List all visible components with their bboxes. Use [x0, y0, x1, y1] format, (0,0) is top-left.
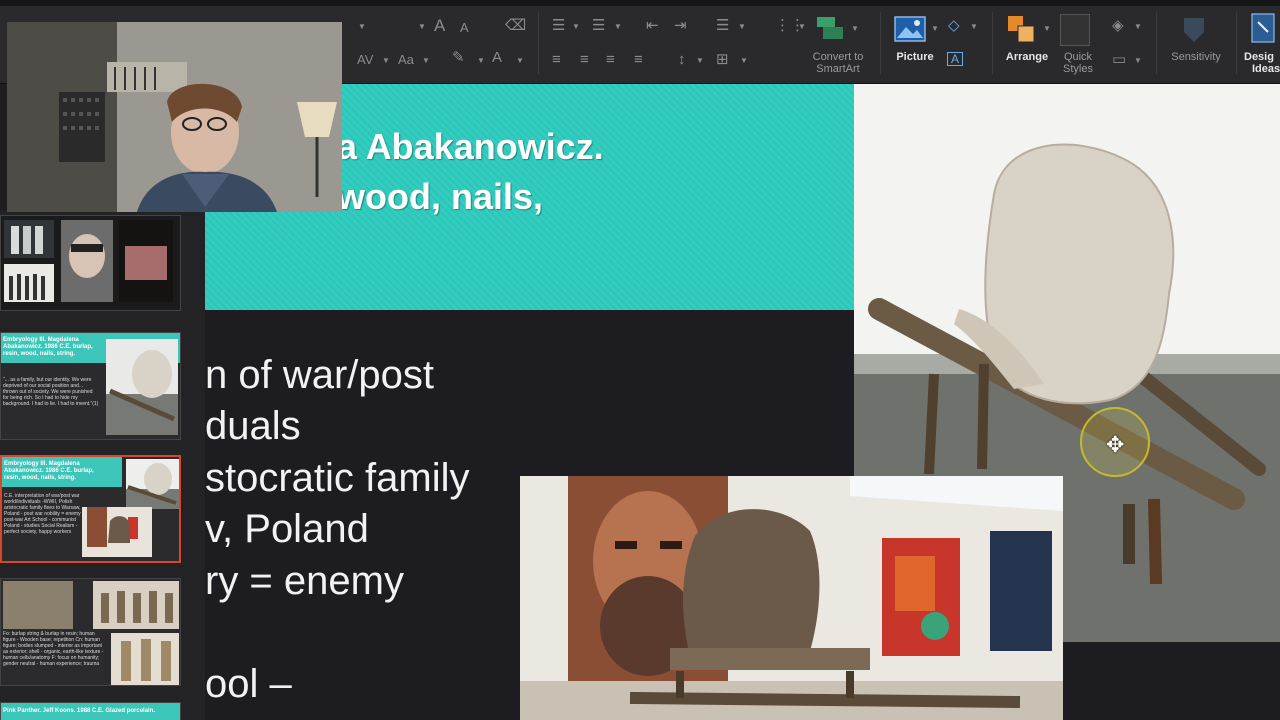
text-direction-caret-icon[interactable]: ▼ — [696, 56, 704, 65]
thumbnail-title: Embryology III. Magdalena Abakanowicz. 1… — [3, 337, 93, 357]
ribbon-separator — [880, 12, 881, 74]
shape-fill-icon[interactable]: ◈ — [1112, 18, 1124, 34]
shape-outline-caret-icon[interactable]: ▼ — [1134, 56, 1142, 65]
thumbnail-image — [106, 339, 178, 435]
design-ideas-label-1[interactable]: Desig — [1244, 51, 1280, 63]
thumbnail-body: Fo: burlap string & burlap in resin; hum… — [3, 631, 104, 667]
slide-thumbnail-selected[interactable]: Embryology III. Magdalena Abakanowicz. 1… — [0, 455, 181, 563]
change-case-caret-icon[interactable]: ▼ — [422, 56, 430, 65]
slide-thumbnail[interactable] — [0, 215, 181, 311]
quick-styles-icon[interactable] — [1060, 14, 1090, 46]
shapes-caret-icon[interactable]: ▼ — [970, 22, 978, 31]
align-center-icon[interactable]: ≡ — [580, 52, 589, 68]
increase-indent-icon[interactable]: ⇥ — [674, 18, 687, 34]
line-spacing-caret-icon[interactable]: ▼ — [738, 22, 746, 31]
shape-outline-icon[interactable]: ▭ — [1112, 52, 1126, 68]
ribbon-separator — [992, 12, 993, 74]
convert-smartart-label-2[interactable]: SmartArt — [805, 63, 871, 75]
slide-thumbnail[interactable]: Fo: burlap string & burlap in resin; hum… — [0, 578, 181, 686]
convert-smartart-label-1[interactable]: Convert to — [805, 51, 871, 63]
bullets-icon[interactable]: ☰ — [552, 18, 565, 34]
align-text-icon[interactable]: ⊞ — [716, 52, 729, 68]
smartart-icon[interactable] — [815, 15, 845, 41]
sensitivity-icon[interactable] — [1180, 14, 1208, 44]
numbering-caret-icon[interactable]: ▼ — [614, 22, 622, 31]
gallery-photo[interactable] — [520, 476, 1063, 720]
text-direction-icon[interactable]: ↕ — [678, 52, 686, 68]
text-box-icon[interactable]: A — [947, 52, 963, 66]
window-top-strip — [0, 0, 1280, 6]
decrease-font-size-button[interactable]: A — [460, 20, 469, 36]
thumbnail-image — [111, 633, 179, 685]
sensitivity-button-label[interactable]: Sensitivity — [1164, 51, 1228, 63]
picture-button-label[interactable]: Picture — [888, 51, 942, 63]
change-case-button[interactable]: Aa — [398, 52, 414, 68]
slide-body-line[interactable]: ry = enemy — [205, 555, 404, 607]
character-spacing-button[interactable]: AV — [357, 52, 373, 68]
justify-icon[interactable]: ≡ — [634, 52, 643, 68]
slide-thumbnail[interactable]: Embryology III. Magdalena Abakanowicz. 1… — [0, 332, 181, 440]
thumbnail-title: Embryology III. Magdalena Abakanowicz. 1… — [4, 461, 94, 481]
webcam-video-overlay — [7, 22, 342, 212]
slide-body-line[interactable]: v, Poland — [205, 503, 369, 555]
shapes-icon[interactable]: ◇ — [948, 18, 960, 34]
slide-title-line-2[interactable]: wood, nails, — [337, 176, 543, 218]
ribbon-separator — [1236, 12, 1237, 74]
slide-body-line[interactable]: ool – — [205, 658, 292, 710]
slide-body-line[interactable]: duals — [205, 400, 301, 452]
arrange-caret-icon[interactable]: ▼ — [1043, 24, 1051, 33]
align-right-icon[interactable]: ≡ — [606, 52, 615, 68]
font-size-dropdown-icon[interactable]: ▼ — [418, 22, 426, 31]
thumbnail-image — [93, 581, 179, 629]
move-cursor-icon: ✥ — [1106, 432, 1125, 457]
columns-caret-icon[interactable]: ▼ — [798, 22, 806, 31]
align-left-icon[interactable]: ≡ — [552, 52, 561, 68]
font-color-caret-icon[interactable]: ▼ — [516, 56, 524, 65]
increase-font-size-button[interactable]: A — [434, 17, 445, 34]
thumbnail-image — [3, 581, 73, 629]
design-ideas-label-2[interactable]: Ideas — [1252, 63, 1280, 75]
slide-canvas[interactable]: a Abakanowicz. wood, nails, n of war/pos… — [205, 84, 1280, 720]
highlight-pen-icon[interactable]: ✎ — [452, 50, 465, 66]
thumbnail-image — [126, 459, 179, 509]
arrange-icon[interactable] — [1006, 14, 1038, 46]
highlight-caret-icon[interactable]: ▼ — [477, 56, 485, 65]
clear-formatting-icon[interactable]: ⌫ — [505, 18, 526, 34]
ribbon-separator — [538, 12, 539, 74]
ribbon-separator — [1156, 12, 1157, 74]
bullets-caret-icon[interactable]: ▼ — [572, 22, 580, 31]
shape-fill-caret-icon[interactable]: ▼ — [1134, 22, 1142, 31]
decrease-indent-icon[interactable]: ⇤ — [646, 18, 659, 34]
font-color-button[interactable]: A — [492, 50, 502, 66]
slide-body-line[interactable]: stocratic family — [205, 452, 470, 504]
character-spacing-caret-icon[interactable]: ▼ — [382, 56, 390, 65]
font-name-dropdown-icon[interactable]: ▼ — [358, 22, 366, 31]
align-text-caret-icon[interactable]: ▼ — [740, 56, 748, 65]
slide-title-line-1[interactable]: a Abakanowicz. — [337, 126, 604, 168]
slide-body-line[interactable]: n of war/post — [205, 349, 434, 401]
thumbnail-image — [82, 507, 152, 557]
slide-thumbnail[interactable]: Pink Panther. Jeff Koons. 1988 C.E. Glaz… — [0, 702, 181, 720]
numbering-icon[interactable]: ☰ — [592, 18, 605, 34]
picture-caret-icon[interactable]: ▼ — [931, 24, 939, 33]
thumbnail-title: Pink Panther. Jeff Koons. 1988 C.E. Glaz… — [3, 708, 156, 714]
arrange-button-label[interactable]: Arrange — [1000, 51, 1054, 63]
picture-icon[interactable] — [894, 16, 926, 42]
line-spacing-icon[interactable]: ☰ — [716, 18, 729, 34]
thumbnail-body: C.E. interpretation of war/post war worl… — [4, 493, 84, 535]
design-ideas-icon[interactable] — [1250, 12, 1276, 46]
quick-styles-label-1[interactable]: Quick — [1050, 51, 1106, 63]
slide-thumbnail-panel[interactable]: Embryology III. Magdalena Abakanowicz. 1… — [0, 210, 205, 720]
thumbnail-body: “... as a family, but our identity. We w… — [3, 377, 99, 407]
quick-styles-label-2[interactable]: Styles — [1050, 63, 1106, 75]
smartart-caret-icon[interactable]: ▼ — [851, 24, 859, 33]
